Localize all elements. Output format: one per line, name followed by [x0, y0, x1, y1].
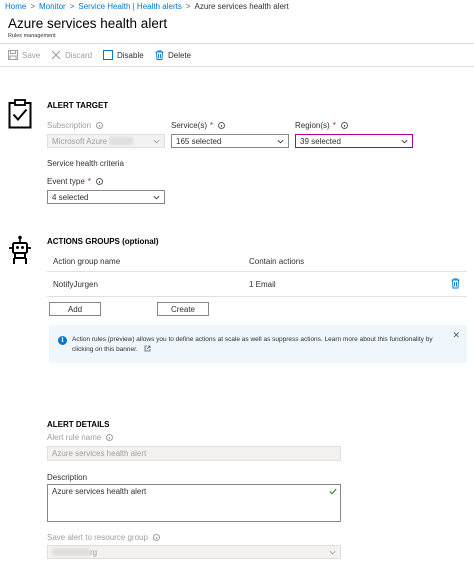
event-type-select[interactable]: 4 selected	[47, 190, 165, 204]
create-button[interactable]: Create	[157, 302, 209, 316]
resource-group-select: rg	[47, 545, 341, 559]
save-icon	[8, 50, 18, 60]
column-header-contain-actions: Contain actions	[249, 257, 305, 266]
action-rules-banner[interactable]: i Action rules (preview) allows you to d…	[49, 325, 467, 363]
table-row[interactable]: NotifyJurgen 1 Email	[47, 272, 467, 296]
criteria-heading: Service health criteria	[47, 159, 124, 168]
subscription-value: Microsoft Azure	[52, 136, 108, 146]
required-mark: *	[210, 121, 214, 130]
robot-icon	[9, 235, 31, 264]
breadcrumb-current: Azure services health alert	[194, 2, 289, 11]
add-button[interactable]: Add	[49, 302, 101, 316]
contain-actions-value: 1 Email	[249, 280, 276, 289]
required-mark: *	[332, 121, 336, 130]
breadcrumb-monitor[interactable]: Monitor	[39, 2, 66, 11]
regions-label: Region(s) *	[295, 121, 348, 130]
resource-group-label-text: Save alert to resource group	[47, 533, 148, 542]
regions-label-text: Region(s)	[295, 121, 330, 130]
alert-target-heading: ALERT TARGET	[47, 101, 109, 110]
info-circle-icon: i	[58, 336, 67, 345]
event-type-label-text: Event type	[47, 177, 85, 186]
save-button[interactable]: Save	[8, 50, 40, 60]
services-value: 165 selected	[176, 136, 222, 146]
services-label-text: Service(s)	[171, 121, 208, 130]
services-select[interactable]: 165 selected	[171, 134, 289, 148]
delete-button[interactable]: Delete	[155, 50, 191, 60]
trash-icon	[155, 50, 164, 60]
toolbar-divider	[0, 66, 474, 67]
description-value: Azure services health alert	[52, 487, 147, 496]
delete-label: Delete	[168, 50, 192, 60]
save-label: Save	[22, 50, 41, 60]
banner-message: Action rules (preview) allows you to def…	[72, 336, 433, 353]
banner-text: Action rules (preview) allows you to def…	[72, 335, 442, 355]
info-icon	[96, 122, 104, 129]
column-header-action-group: Action group name	[53, 257, 121, 266]
resource-group-label: Save alert to resource group	[47, 533, 160, 542]
event-type-value: 4 selected	[52, 192, 89, 202]
redacted-region	[109, 137, 134, 146]
breadcrumb: Home > Monitor > Service Health | Health ale…	[5, 2, 289, 11]
breadcrumb-separator: >	[185, 2, 191, 11]
breadcrumb-health-alerts[interactable]: Service Health | Health alerts	[78, 2, 181, 11]
check-icon	[329, 488, 337, 495]
close-icon	[51, 50, 61, 60]
info-icon	[340, 122, 348, 129]
chevron-down-icon	[153, 195, 160, 199]
actions-groups-heading: ACTIONS GROUPS (optional)	[47, 237, 159, 246]
info-icon	[218, 122, 226, 129]
discard-button[interactable]: Discard	[51, 50, 92, 60]
regions-value: 39 selected	[300, 136, 341, 146]
description-label: Description	[47, 473, 88, 482]
rule-name-label: Alert rule name	[47, 433, 114, 442]
subscription-select: Microsoft Azure	[47, 134, 165, 148]
rule-name-label-text: Alert rule name	[47, 433, 102, 442]
chevron-down-icon	[153, 139, 160, 143]
required-mark: *	[87, 177, 91, 186]
subscription-label: Subscription	[47, 121, 104, 130]
description-textarea[interactable]: Azure services health alert	[47, 484, 341, 522]
info-icon	[152, 534, 160, 541]
action-group-name: NotifyJurgen	[53, 280, 98, 289]
disable-button[interactable]: Disable	[103, 50, 144, 60]
breadcrumb-home[interactable]: Home	[5, 2, 26, 11]
event-type-label: Event type *	[47, 177, 103, 186]
checkbox-icon	[103, 50, 113, 60]
page-title: Azure services health alert	[8, 16, 168, 31]
subscription-label-text: Subscription	[47, 121, 92, 130]
close-icon[interactable]: ✕	[452, 330, 460, 341]
page-subtitle: Rules management	[8, 33, 56, 39]
clipboard-check-icon	[8, 99, 32, 129]
trash-icon[interactable]	[451, 278, 460, 289]
rule-name-input: Azure services health alert	[47, 446, 341, 461]
alert-details-heading: ALERT DETAILS	[47, 420, 110, 429]
info-icon	[95, 178, 103, 185]
info-icon	[106, 434, 114, 441]
resource-group-value: rg	[90, 547, 98, 557]
regions-select[interactable]: 39 selected	[295, 134, 413, 148]
breadcrumb-separator: >	[30, 2, 36, 11]
chevron-down-icon	[277, 139, 284, 143]
redacted-region	[52, 548, 90, 557]
external-link-icon	[144, 345, 150, 352]
chevron-down-icon	[401, 139, 408, 143]
disable-label: Disable	[117, 50, 144, 60]
header-divider	[0, 43, 474, 44]
table-row-divider	[47, 296, 467, 297]
services-label: Service(s) *	[171, 121, 226, 130]
breadcrumb-separator: >	[69, 2, 75, 11]
discard-label: Discard	[65, 50, 93, 60]
chevron-down-icon	[329, 550, 336, 554]
